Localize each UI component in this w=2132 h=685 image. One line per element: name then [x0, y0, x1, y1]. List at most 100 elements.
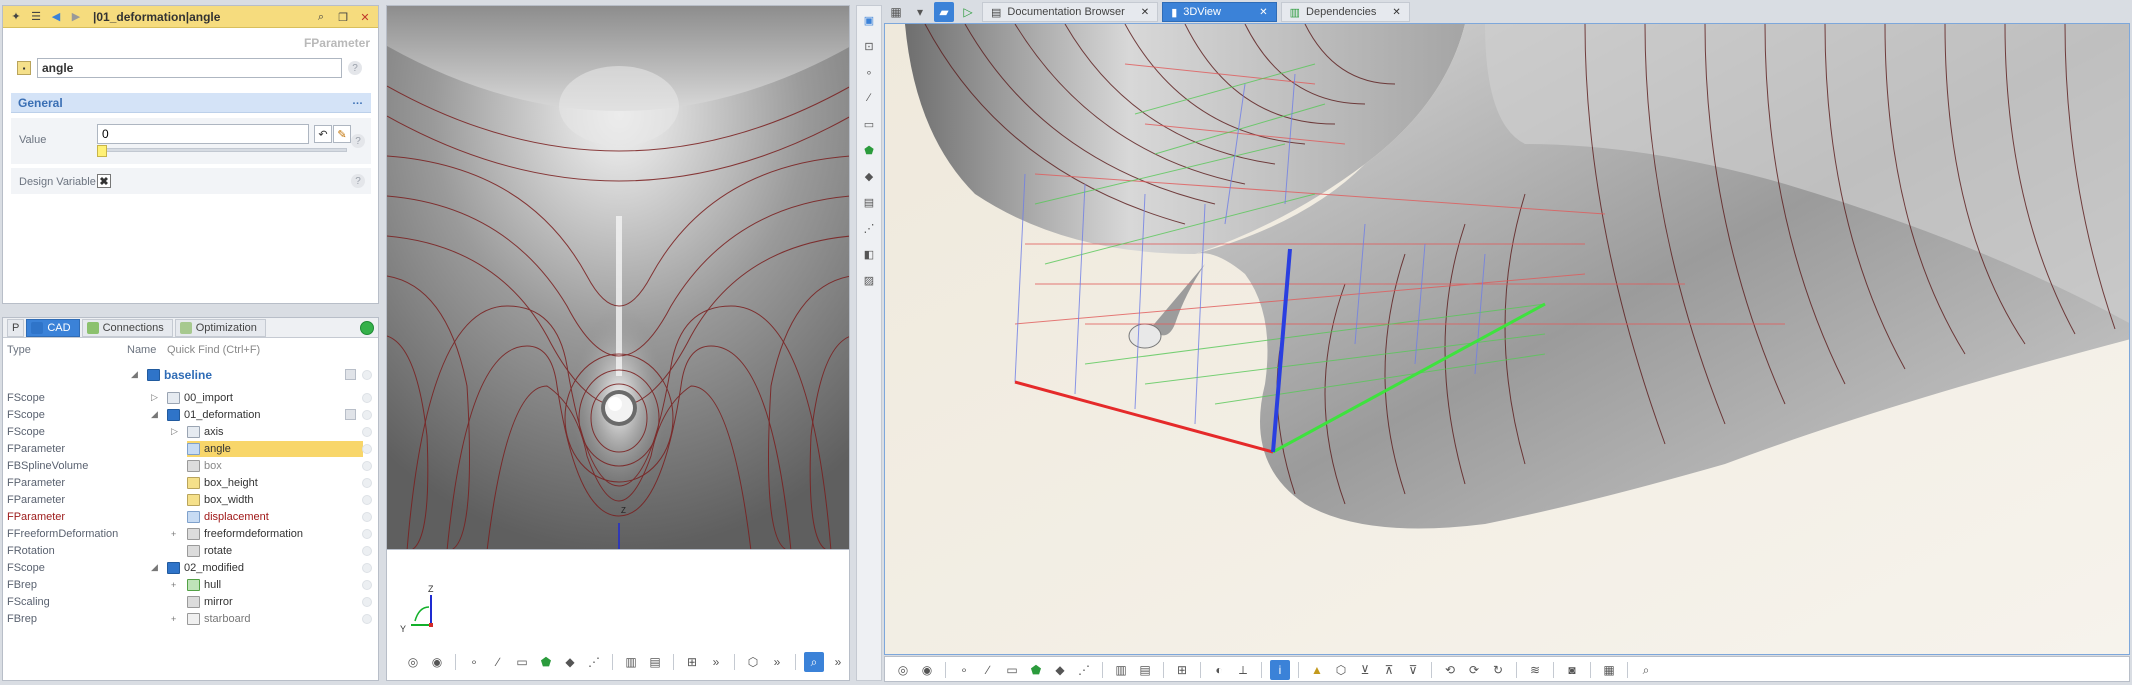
close-icon[interactable]: ✕	[1141, 7, 1149, 18]
tree-row[interactable]: FParameter box_height	[3, 474, 378, 491]
more-icon[interactable]: »	[706, 652, 726, 672]
clip-icon[interactable]: ▤	[645, 652, 665, 672]
point-icon[interactable]: ∘	[954, 660, 974, 680]
row-toggle[interactable]	[345, 369, 356, 380]
view-fit-icon[interactable]: ◉	[427, 652, 447, 672]
select-icon[interactable]: ⊡	[859, 36, 879, 56]
expand-icon[interactable]: ▷	[171, 426, 181, 437]
row-status-dot[interactable]	[362, 443, 372, 454]
tree-row[interactable]: FBrep + hull	[3, 576, 378, 593]
row-toggle[interactable]	[345, 409, 356, 420]
shield-icon[interactable]: ◐	[1209, 660, 1229, 680]
value-slider-track[interactable]	[97, 148, 347, 152]
cube-icon[interactable]: ⬡	[743, 652, 763, 672]
scene-icon[interactable]: ▣	[859, 10, 879, 30]
rotate-x-icon[interactable]: ⟲	[1440, 660, 1460, 680]
section-icon[interactable]: ▥	[621, 652, 641, 672]
image-icon[interactable]: ▨	[859, 270, 879, 290]
tree-row[interactable]: FBSplineVolume box	[3, 457, 378, 474]
sync-status-icon[interactable]	[360, 321, 374, 335]
surface-icon[interactable]: ▭	[512, 652, 532, 672]
point-icon[interactable]: ∘	[464, 652, 484, 672]
curve-icon[interactable]: ∕	[488, 652, 508, 672]
search-icon[interactable]: ⌕	[314, 10, 328, 24]
collapse-icon[interactable]: ◢	[151, 562, 161, 573]
brep-icon[interactable]: ⬟	[536, 652, 556, 672]
tree-row[interactable]: FBrep + starboard	[3, 610, 378, 627]
view-yz-icon[interactable]: ⊽	[1403, 660, 1423, 680]
brep-icon[interactable]: ⬟	[859, 140, 879, 160]
row-status-dot[interactable]	[362, 409, 372, 420]
tab-optimization[interactable]: Optimization	[174, 318, 266, 337]
copy-icon[interactable]: ❐	[336, 10, 350, 24]
more-icon[interactable]: »	[828, 652, 848, 672]
tree-row[interactable]: FParameter displacement	[3, 508, 378, 525]
tab-connections[interactable]: Connections	[81, 318, 173, 337]
rotate-y-icon[interactable]: ⟳	[1464, 660, 1484, 680]
view-reset-icon[interactable]: ◎	[893, 660, 913, 680]
chevron-down-icon[interactable]: ▾	[910, 2, 930, 22]
tree-row[interactable]: FScope ▷ 00_import	[3, 389, 378, 406]
shaded-icon[interactable]: ◆	[1050, 660, 1070, 680]
reset-icon[interactable]: ↶	[314, 125, 332, 143]
info-icon[interactable]: i	[1270, 660, 1290, 680]
measure-icon[interactable]: ⋰	[584, 652, 604, 672]
row-status-dot[interactable]	[362, 494, 372, 505]
measure-icon[interactable]: ⋰	[859, 218, 879, 238]
tree-row[interactable]: FScope ▷ axis	[3, 423, 378, 440]
zoom-search-icon[interactable]: ⌕	[804, 652, 824, 672]
lock-icon[interactable]: ▲	[1307, 660, 1327, 680]
point-icon[interactable]: ∘	[859, 62, 879, 82]
front-viewport[interactable]: Z	[386, 5, 850, 550]
camera-icon[interactable]: ◙	[1562, 660, 1582, 680]
tab-cad[interactable]: CAD	[26, 318, 80, 337]
general-section-header[interactable]: General …	[11, 93, 371, 113]
curve-icon[interactable]: ∕	[978, 660, 998, 680]
column-type[interactable]: Type	[7, 344, 31, 356]
help-icon[interactable]: ?	[351, 174, 365, 188]
view-reset-icon[interactable]: ◎	[403, 652, 423, 672]
section-icon[interactable]: ▤	[859, 192, 879, 212]
forward-icon[interactable]: ▶	[69, 10, 83, 24]
measure-icon[interactable]: ⋰	[1074, 660, 1094, 680]
collapse-icon[interactable]: ◢	[151, 409, 161, 420]
tree-row[interactable]: FRotation rotate	[3, 542, 378, 559]
tree-pin-button[interactable]: P	[7, 318, 25, 337]
tree-row-selected[interactable]: FParameter angle	[3, 440, 378, 457]
row-status-dot[interactable]	[362, 545, 372, 556]
axis-icon[interactable]: ⟂	[1233, 660, 1253, 680]
row-status-dot[interactable]	[362, 426, 372, 437]
row-status-dot[interactable]	[362, 477, 372, 488]
3d-viewport[interactable]	[884, 23, 2130, 655]
brep-icon[interactable]: ⬟	[1026, 660, 1046, 680]
layout-icon[interactable]: ▦	[886, 2, 906, 22]
expand-icon[interactable]: ▷	[151, 392, 161, 403]
row-status-dot[interactable]	[362, 596, 372, 607]
row-status-dot[interactable]	[362, 613, 372, 624]
folder-icon[interactable]: ▰	[934, 2, 954, 22]
row-status-dot[interactable]	[362, 392, 372, 403]
rotate-z-icon[interactable]: ↻	[1488, 660, 1508, 680]
close-icon[interactable]: ✕	[1392, 7, 1400, 18]
clip-icon[interactable]: ▤	[1135, 660, 1155, 680]
expand-icon[interactable]: +	[171, 614, 181, 624]
view-xy-icon[interactable]: ⊼	[1379, 660, 1399, 680]
wireframe-icon[interactable]: ≋	[1525, 660, 1545, 680]
menu-icon[interactable]: ☰	[29, 10, 43, 24]
value-slider-handle[interactable]	[97, 145, 107, 157]
play-icon[interactable]: ▷	[958, 2, 978, 22]
search-icon[interactable]: ⌕	[1636, 660, 1656, 680]
tree-row[interactable]: FParameter box_width	[3, 491, 378, 508]
value-input[interactable]	[97, 124, 309, 144]
tab-dependencies[interactable]: ▥ Dependencies ✕	[1280, 2, 1410, 22]
edit-icon[interactable]: ✎	[333, 125, 351, 143]
surface-icon[interactable]: ▭	[1002, 660, 1022, 680]
eraser-icon[interactable]: ◧	[859, 244, 879, 264]
cube-icon[interactable]: ⬡	[1331, 660, 1351, 680]
magnet-icon[interactable]: ✦	[9, 10, 23, 24]
view-fit-icon[interactable]: ◉	[917, 660, 937, 680]
tree-row[interactable]: FScope ◢ 02_modified	[3, 559, 378, 576]
curve-icon[interactable]: ∕	[859, 88, 879, 108]
view-xz-icon[interactable]: ⊻	[1355, 660, 1375, 680]
tree-row-baseline[interactable]: ◢ baseline	[3, 366, 378, 383]
